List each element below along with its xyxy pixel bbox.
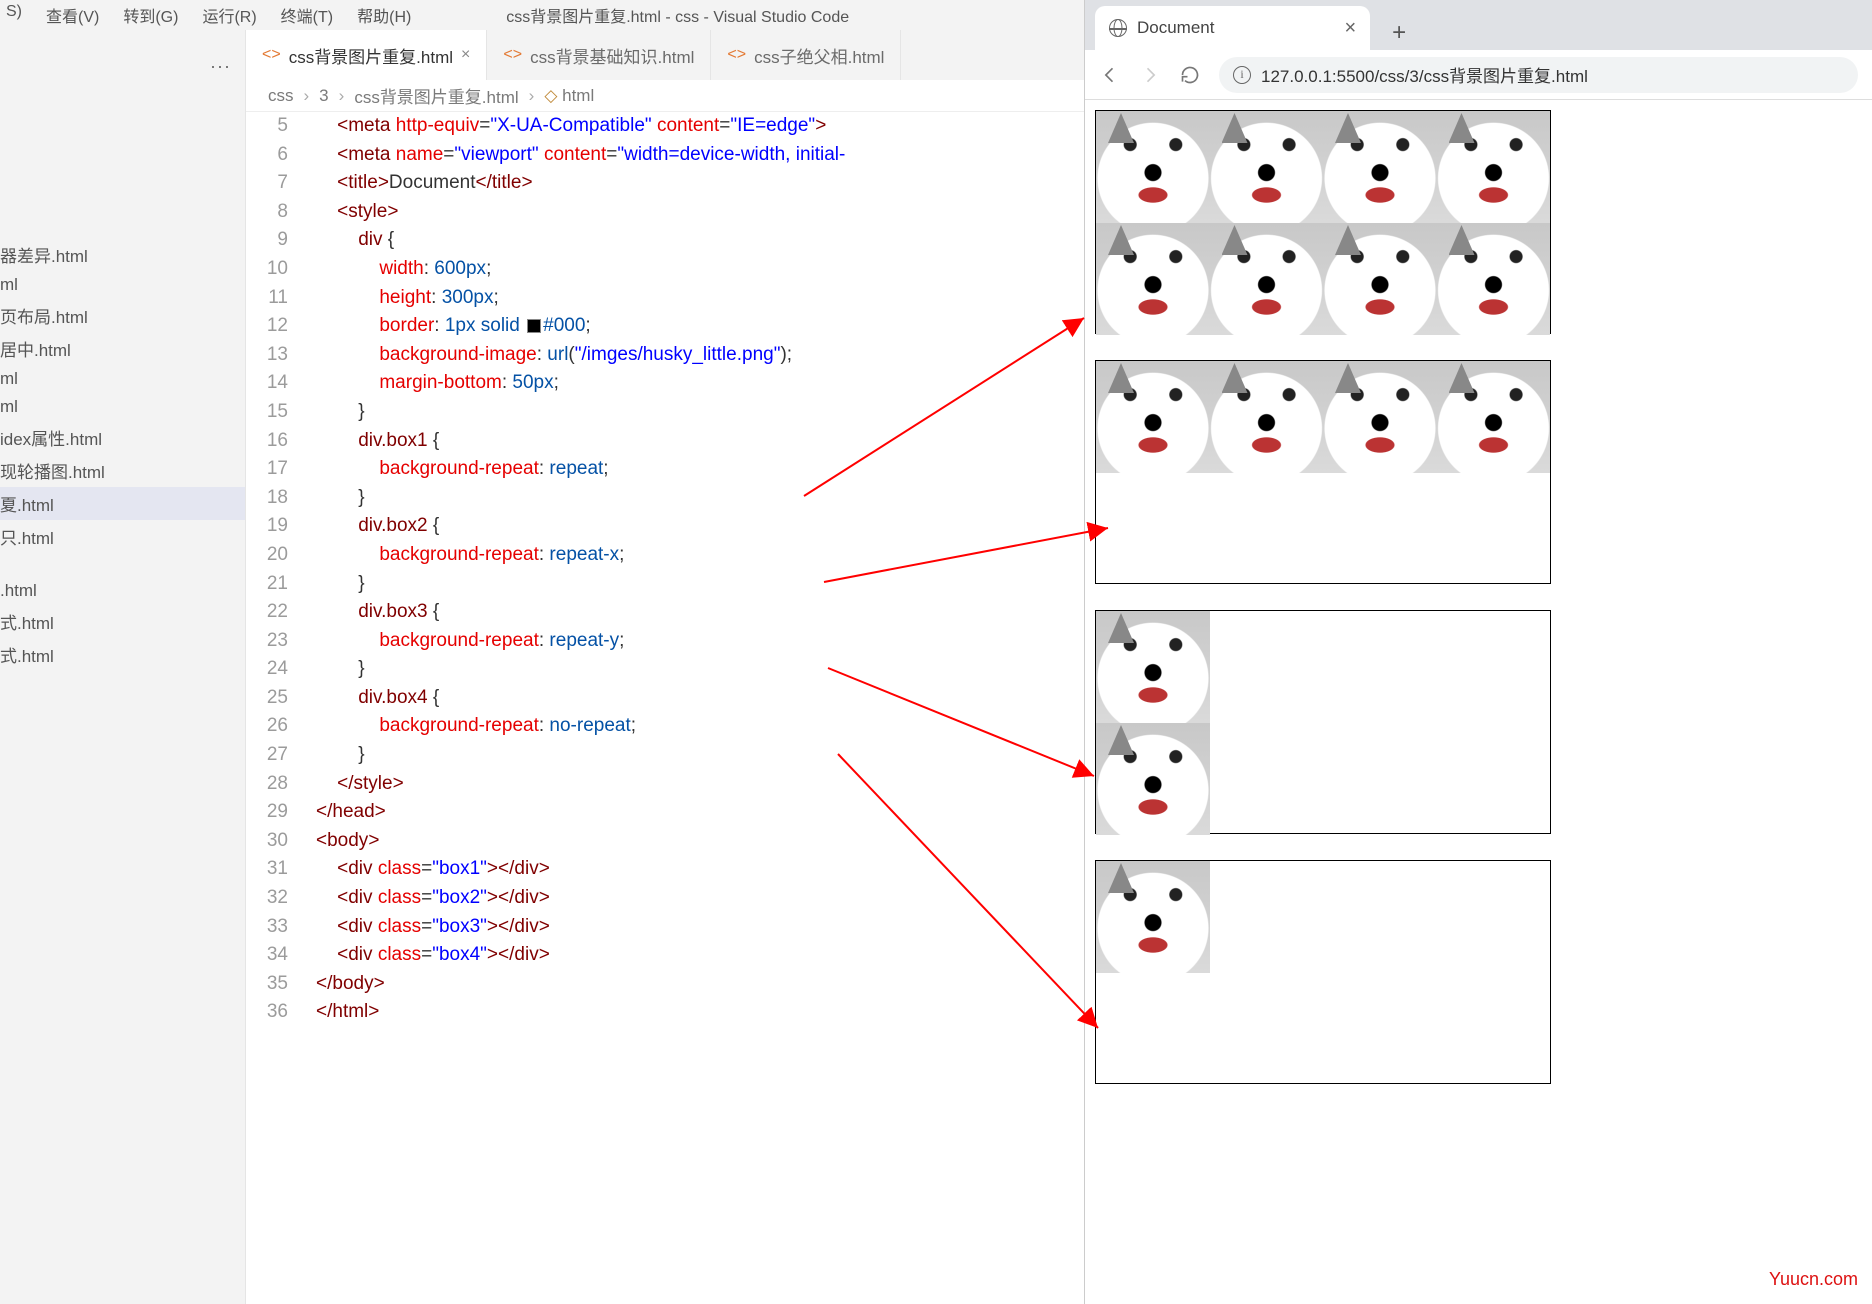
reload-button[interactable] [1179, 64, 1201, 86]
file-icon: <> [503, 46, 522, 64]
chevron-right-icon: › [304, 86, 310, 106]
editor-tab[interactable]: <> css背景基础知识.html [487, 30, 711, 80]
demo-box-repeat-y [1095, 610, 1551, 834]
menu-item[interactable]: 运行(R) [202, 3, 256, 27]
sidebar-item[interactable]: ml [0, 365, 245, 393]
more-icon[interactable]: ··· [210, 56, 231, 77]
menu-item[interactable]: 帮助(H) [357, 3, 411, 27]
breadcrumb-item[interactable]: ◇ html [544, 86, 594, 106]
vscode-window: S) 查看(V) 转到(G) 运行(R) 终端(T) 帮助(H) css背景图片重复.ht… [0, 0, 1084, 1304]
breadcrumb-item[interactable]: css背景图片重复.html [354, 83, 518, 108]
sidebar-item[interactable]: 器差异.html [0, 238, 245, 271]
code-lines[interactable]: <meta http-equiv="X-UA-Compatible" conte… [316, 112, 1084, 1027]
breadcrumb-item[interactable]: css [268, 86, 294, 106]
demo-box-repeat [1095, 110, 1551, 334]
browser-tab-title: Document [1137, 18, 1214, 38]
editor-tab[interactable]: <> css背景图片重复.html × [246, 30, 487, 80]
sidebar-item[interactable]: .html [0, 577, 245, 605]
sidebar-item[interactable]: idex属性.html [0, 421, 245, 454]
breadcrumb-item[interactable]: 3 [319, 86, 328, 106]
file-icon: <> [727, 46, 746, 64]
explorer-sidebar[interactable]: ··· 器差异.htmlml页布局.html居中.htmlmlmlidex属性.… [0, 30, 246, 1304]
browser-tab[interactable]: Document × [1095, 6, 1370, 50]
editor-tab[interactable]: <> css子绝父相.html [711, 30, 901, 80]
demo-box-no-repeat [1095, 860, 1551, 1084]
file-icon: <> [262, 46, 281, 64]
sidebar-item[interactable]: 现轮播图.html [0, 454, 245, 487]
chevron-right-icon: › [339, 86, 345, 106]
code-editor[interactable]: 5678910111213141516171819202122232425262… [246, 112, 1084, 1027]
window-title: css背景图片重复.html - css - Visual Studio Cod… [411, 3, 944, 27]
browser-toolbar: i 127.0.0.1:5500/css/3/css背景图片重复.html [1085, 50, 1872, 100]
sidebar-item[interactable]: ml [0, 393, 245, 421]
globe-icon [1109, 19, 1127, 37]
sidebar-item[interactable]: 只.html [0, 520, 245, 553]
browser-tabstrip: Document × + [1085, 0, 1872, 50]
info-icon[interactable]: i [1233, 66, 1251, 84]
sidebar-item[interactable]: 页布局.html [0, 299, 245, 332]
sidebar-item[interactable]: ml [0, 271, 245, 299]
sidebar-item[interactable]: 夏.html [0, 487, 245, 520]
watermark: Yuucn.com [1769, 1269, 1858, 1290]
sidebar-item[interactable]: 居中.html [0, 332, 245, 365]
sidebar-item[interactable] [0, 561, 245, 569]
sidebar-item[interactable]: 式.html [0, 605, 245, 638]
close-icon[interactable]: × [1344, 17, 1356, 40]
rendered-page [1085, 100, 1872, 1120]
forward-button[interactable] [1139, 64, 1161, 86]
sidebar-item[interactable] [0, 553, 245, 561]
symbol-icon: ◇ [544, 86, 557, 105]
close-icon[interactable]: × [461, 46, 470, 64]
demo-box-repeat-x [1095, 360, 1551, 584]
editor-tabs: <> css背景图片重复.html × <> css背景基础知识.html <> css子绝… [246, 30, 1084, 80]
browser-window: Document × + i 127.0.0.1:5500/css/3/css背… [1084, 0, 1872, 1304]
address-bar[interactable]: i 127.0.0.1:5500/css/3/css背景图片重复.html [1219, 57, 1858, 93]
menu-item[interactable]: S) [6, 3, 22, 27]
tab-label: css子绝父相.html [754, 43, 884, 68]
line-numbers: 5678910111213141516171819202122232425262… [246, 112, 316, 1027]
url-text: 127.0.0.1:5500/css/3/css背景图片重复.html [1261, 62, 1588, 87]
new-tab-button[interactable]: + [1382, 16, 1416, 50]
menu-item[interactable]: 查看(V) [46, 3, 99, 27]
chevron-right-icon: › [529, 86, 535, 106]
sidebar-item[interactable] [0, 569, 245, 577]
back-button[interactable] [1099, 64, 1121, 86]
menu-item[interactable]: 终端(T) [281, 3, 333, 27]
vscode-titlebar: S) 查看(V) 转到(G) 运行(R) 终端(T) 帮助(H) css背景图片重复.ht… [0, 0, 1084, 30]
breadcrumb[interactable]: css › 3 › css背景图片重复.html › ◇ html [246, 80, 1084, 112]
tab-label: css背景图片重复.html [289, 43, 453, 68]
menu-item[interactable]: 转到(G) [123, 3, 178, 27]
tab-label: css背景基础知识.html [530, 43, 694, 68]
sidebar-item[interactable]: 式.html [0, 638, 245, 671]
